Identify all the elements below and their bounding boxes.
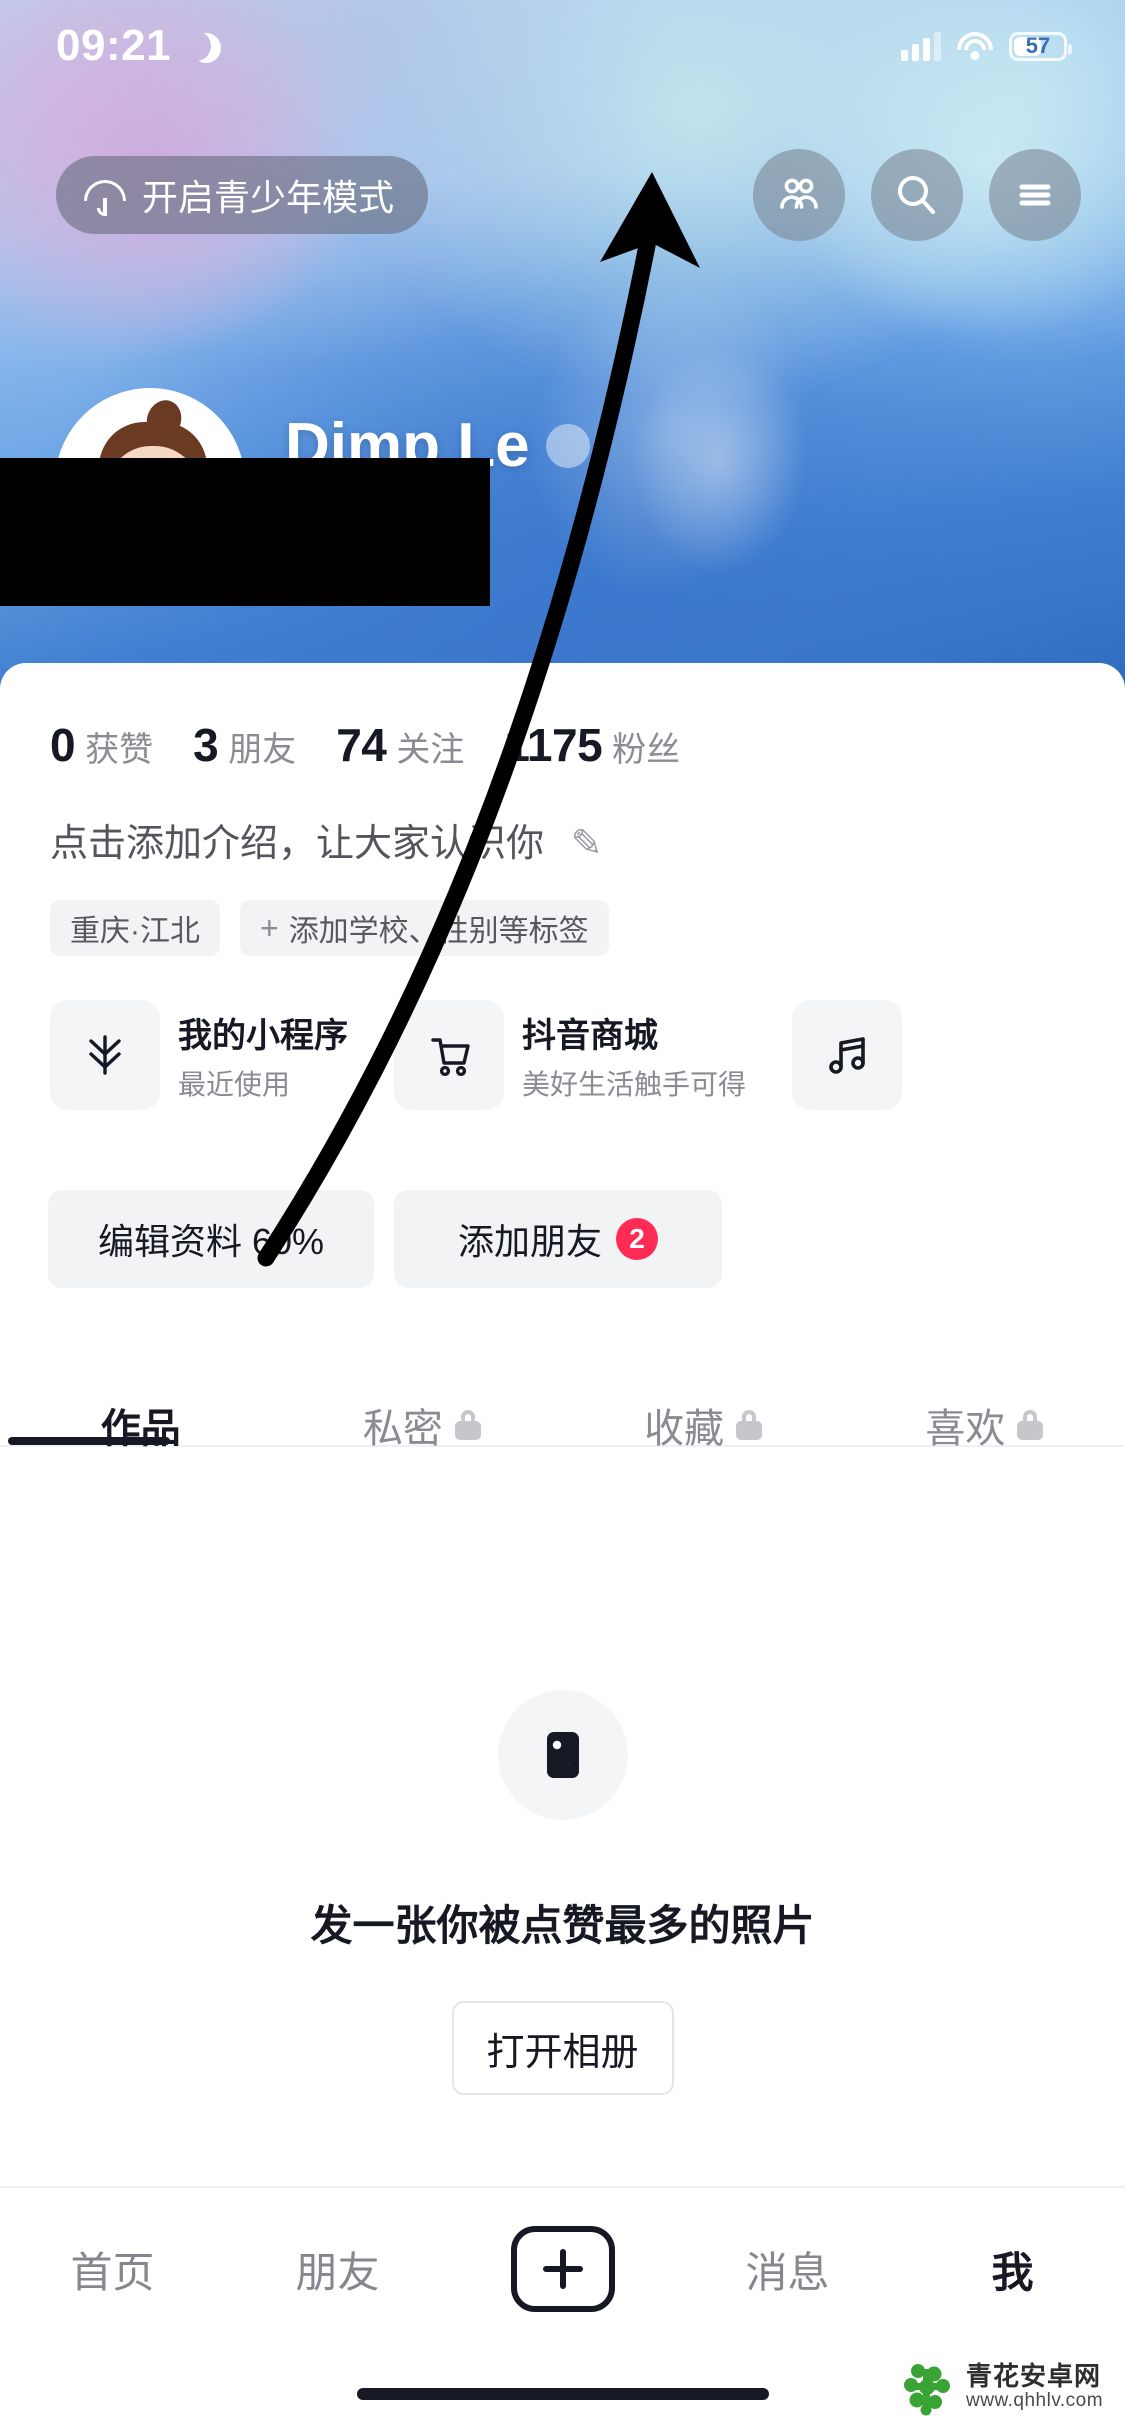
bio-placeholder[interactable]: 点击添加介绍，让大家认识你 ✎ <box>50 812 602 867</box>
lock-icon <box>1017 1410 1044 1440</box>
tab-label: 收藏 <box>644 1407 725 1451</box>
status-bar: 09:21 57 <box>0 0 1125 92</box>
nav-label: 首页 <box>70 2248 155 2296</box>
empty-state-message: 发一张你被点赞最多的照片 <box>310 1902 815 1949</box>
home-indicator <box>356 2388 769 2400</box>
stat-label: 关注 <box>396 731 465 769</box>
nav-home[interactable]: 首页 <box>0 2239 225 2300</box>
umbrella-icon <box>84 174 126 216</box>
cellular-signal-icon <box>901 31 941 61</box>
teen-mode-button[interactable]: 开启青少年模式 <box>56 156 429 234</box>
tab-liked[interactable]: 喜欢 <box>844 1396 1125 1454</box>
header-icon-buttons <box>753 149 1081 241</box>
add-friend-label: 添加朋友 <box>457 1221 602 1262</box>
status-badge: 2 <box>616 1218 658 1260</box>
service-card-title: 抖音商城 <box>522 1016 658 1055</box>
shopping-cart-icon <box>394 1000 504 1110</box>
service-card-text: 我的小程序 最近使用 <box>178 1008 348 1103</box>
open-album-label: 打开相册 <box>486 2031 639 2074</box>
profile-action-buttons: 编辑资料 60% 添加朋友 2 <box>48 1190 722 1288</box>
plus-icon: + <box>260 909 279 946</box>
watermark-logo-icon <box>904 2364 950 2416</box>
open-album-button[interactable]: 打开相册 <box>451 2001 674 2095</box>
profile-tags: 重庆·江北 + 添加学校、性别等标签 <box>50 900 609 956</box>
stat-label: 获赞 <box>85 731 154 769</box>
empty-state: 发一张你被点赞最多的照片 打开相册 <box>0 1690 1125 2095</box>
search-icon[interactable] <box>871 149 963 241</box>
tag-add-more[interactable]: + 添加学校、性别等标签 <box>240 900 609 956</box>
status-bar-left: 09:21 <box>56 21 211 71</box>
stat-label: 粉丝 <box>612 731 681 769</box>
stat-value: 3 <box>193 719 219 771</box>
stat-label: 朋友 <box>228 731 297 769</box>
watermark-text: 青花安卓网 www.qhhlv.com <box>966 2361 1104 2411</box>
lock-icon <box>736 1410 763 1440</box>
status-time: 09:21 <box>56 21 172 70</box>
stat-value: 1175 <box>504 719 603 771</box>
nav-profile[interactable]: 我 <box>900 2239 1125 2300</box>
service-card-subtitle: 最近使用 <box>178 1068 291 1100</box>
stat-friends[interactable]: 3 朋友 <box>193 718 296 772</box>
tab-label: 作品 <box>100 1407 181 1451</box>
nav-create[interactable] <box>450 2226 675 2312</box>
image-placeholder-icon <box>497 1690 628 1820</box>
pencil-icon: ✎ <box>570 823 603 865</box>
nav-messages[interactable]: 消息 <box>675 2239 900 2300</box>
service-card-row: 我的小程序 最近使用 抖音商城 美好生活触手可得 <box>50 1000 927 1110</box>
active-tab-indicator <box>8 1437 170 1445</box>
friends-icon[interactable] <box>753 149 845 241</box>
wifi-icon <box>957 32 993 60</box>
battery-level: 57 <box>1025 33 1051 58</box>
verified-badge-icon <box>545 423 590 468</box>
tag-label: 重庆·江北 <box>70 915 200 948</box>
watermark-site-url: www.qhhlv.com <box>966 2389 1104 2411</box>
service-card-title: 我的小程序 <box>178 1016 348 1055</box>
service-card-music[interactable] <box>792 1000 927 1110</box>
header-action-row: 开启青少年模式 <box>0 140 1125 250</box>
nav-friends[interactable]: 朋友 <box>225 2239 450 2300</box>
stat-value: 0 <box>50 719 76 771</box>
redaction-overlay <box>0 458 490 606</box>
tag-label: 添加学校、性别等标签 <box>288 915 589 948</box>
lock-icon <box>454 1410 481 1440</box>
service-card-mall[interactable]: 抖音商城 美好生活触手可得 <box>394 1000 771 1110</box>
add-friend-button[interactable]: 添加朋友 2 <box>394 1190 722 1288</box>
tab-label: 私密 <box>362 1407 443 1451</box>
music-note-icon <box>792 1000 903 1110</box>
profile-stats: 0 获赞 3 朋友 74 关注 1175 粉丝 <box>50 718 680 772</box>
edit-profile-label: 编辑资料 60% <box>97 1221 325 1262</box>
bottom-navigation: 首页 朋友 消息 我 <box>0 2188 1125 2350</box>
tab-works[interactable]: 作品 <box>0 1396 281 1454</box>
service-card-subtitle: 美好生活触手可得 <box>522 1068 747 1100</box>
battery-icon: 57 <box>1009 31 1072 61</box>
nav-label: 我 <box>991 2248 1034 2296</box>
teen-mode-label: 开启青少年模式 <box>142 177 395 218</box>
crescent-moon-icon <box>181 31 211 61</box>
service-card-mini-program[interactable]: 我的小程序 最近使用 <box>50 1000 372 1110</box>
site-watermark: 青花安卓网 www.qhhlv.com <box>898 2358 1103 2416</box>
stat-following[interactable]: 74 关注 <box>336 718 464 772</box>
cover-light-streak-2 <box>620 330 820 590</box>
stat-followers[interactable]: 1175 粉丝 <box>504 718 680 772</box>
nav-label: 消息 <box>745 2248 830 2296</box>
menu-icon[interactable] <box>989 149 1081 241</box>
mini-program-icon <box>50 1000 160 1110</box>
app-screen: 09:21 57 开启青少年模式 Dimp Le 0 获赞 3 朋友 74 关注… <box>0 0 1125 2436</box>
edit-profile-button[interactable]: 编辑资料 60% <box>48 1190 374 1288</box>
nav-label: 朋友 <box>295 2248 380 2296</box>
stat-value: 74 <box>336 719 387 771</box>
status-bar-right: 57 <box>901 31 1072 61</box>
service-card-text: 抖音商城 美好生活触手可得 <box>522 1008 746 1103</box>
tab-private[interactable]: 私密 <box>281 1396 562 1454</box>
plus-icon <box>510 2226 615 2312</box>
content-tabs: 作品 私密 收藏 喜欢 <box>0 1360 1125 1490</box>
stat-likes[interactable]: 0 获赞 <box>50 718 153 772</box>
tag-location[interactable]: 重庆·江北 <box>50 900 220 956</box>
tab-label: 喜欢 <box>925 1407 1006 1451</box>
bio-text: 点击添加介绍，让大家认识你 <box>50 823 545 865</box>
tab-favorites[interactable]: 收藏 <box>563 1396 844 1454</box>
watermark-site-name: 青花安卓网 <box>966 2361 1102 2392</box>
